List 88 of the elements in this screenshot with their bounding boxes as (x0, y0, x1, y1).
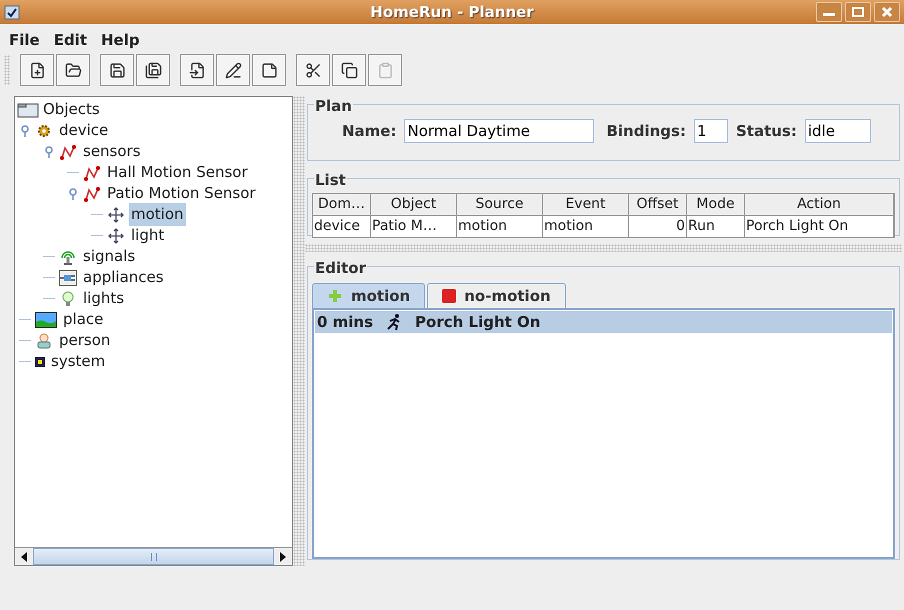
tree-item[interactable]: motion (129, 203, 186, 226)
column-header[interactable]: Dom… (313, 194, 371, 216)
table-cell: motion (543, 216, 629, 237)
toolbar-button[interactable] (252, 54, 286, 86)
move-arrows-icon (107, 206, 125, 222)
expand-handle[interactable] (43, 146, 55, 158)
column-header[interactable]: Event (543, 194, 629, 216)
column-header[interactable]: Offset (629, 194, 687, 216)
tree-item[interactable]: sensors (81, 140, 143, 163)
offset-text: 0 mins (317, 312, 374, 333)
landscape-icon (35, 312, 57, 328)
field-label: Status: (736, 120, 797, 142)
right-arrow-icon (279, 552, 287, 562)
folder-icon (17, 102, 39, 118)
tree-item[interactable]: device (57, 119, 110, 142)
folder-icon (64, 62, 82, 78)
menu-item[interactable]: Edit (48, 28, 92, 52)
table-cell: Patio M… (371, 216, 457, 237)
column-header[interactable]: Source (457, 194, 543, 216)
plug-icon (59, 270, 77, 286)
table-cell: Porch Light On (745, 216, 894, 237)
clipboard-icon (376, 62, 394, 78)
toolbar-button[interactable] (332, 54, 366, 86)
floppy-stack-icon (144, 62, 162, 78)
menu-item[interactable]: Help (96, 28, 145, 52)
sensor-icon (59, 144, 77, 160)
splitter[interactable] (293, 96, 305, 566)
horizontal-scrollbar[interactable] (15, 547, 292, 565)
toolbar-button[interactable] (100, 54, 134, 86)
tree-item[interactable]: Objects (43, 98, 100, 121)
note-icon (260, 62, 278, 78)
close-button[interactable] (874, 2, 900, 22)
tab[interactable]: motion (312, 283, 426, 308)
tree-item[interactable]: place (61, 308, 106, 331)
toolbar-button[interactable] (56, 54, 90, 86)
menu-item[interactable]: File (4, 28, 45, 52)
chip-icon (35, 356, 45, 366)
floppy-icon (108, 62, 126, 78)
gear-icon (35, 122, 53, 138)
tree-item[interactable]: person (57, 329, 112, 352)
scissors-icon (304, 62, 322, 78)
list-row[interactable]: 0 mins Porch Light On (315, 311, 892, 333)
close-icon (881, 6, 893, 18)
status-field[interactable]: idle (804, 119, 871, 143)
toolbar-button[interactable] (20, 54, 54, 86)
import-icon (188, 62, 206, 78)
plus-icon (327, 288, 343, 304)
tree-item[interactable]: system (49, 350, 108, 373)
toolbar-button[interactable] (216, 54, 250, 86)
stop-icon (442, 289, 456, 303)
new-file-icon (28, 62, 46, 78)
clipboard-check-icon (4, 4, 20, 20)
tree-item[interactable]: appliances (81, 266, 166, 289)
table-cell: 0 (629, 216, 687, 237)
minimize-button[interactable] (816, 2, 842, 22)
left-arrow-icon (20, 552, 28, 562)
sensor-icon (83, 164, 101, 180)
toolbar-button[interactable] (296, 54, 330, 86)
table-cell: device (313, 216, 371, 237)
tree-item[interactable]: Patio Motion Sensor (105, 182, 258, 205)
maximize-button[interactable] (845, 2, 871, 22)
pencil-icon (224, 62, 242, 78)
tree-item[interactable]: Hall Motion Sensor (105, 161, 250, 184)
tab[interactable]: no-motion (427, 283, 566, 308)
table-cell: Run (687, 216, 745, 237)
toolbar-button[interactable] (180, 54, 214, 86)
tree-item[interactable]: signals (81, 245, 138, 268)
name-field[interactable]: Normal Daytime (404, 119, 594, 143)
column-header[interactable]: Object (371, 194, 457, 216)
person-icon (35, 332, 53, 348)
column-header[interactable]: Mode (687, 194, 745, 216)
expand-handle[interactable] (67, 188, 79, 200)
move-arrows-icon (107, 228, 125, 244)
sensor-icon (83, 186, 101, 202)
expand-handle[interactable] (19, 124, 31, 136)
column-header[interactable]: Action (745, 194, 894, 216)
tree-item[interactable]: light (129, 224, 166, 247)
splitter[interactable] (305, 244, 902, 252)
bindings-field[interactable]: 1 (694, 119, 728, 143)
field-label: Bindings: (606, 120, 686, 142)
tree-item[interactable]: lights (81, 287, 126, 310)
table-cell: motion (457, 216, 543, 237)
antenna-icon (59, 248, 77, 264)
action-text: Porch Light On (415, 312, 540, 333)
toolbar-button[interactable] (136, 54, 170, 86)
copy-icon (340, 62, 358, 78)
field-label: Name: (342, 120, 396, 142)
window-title: HomeRun - Planner (370, 2, 534, 23)
